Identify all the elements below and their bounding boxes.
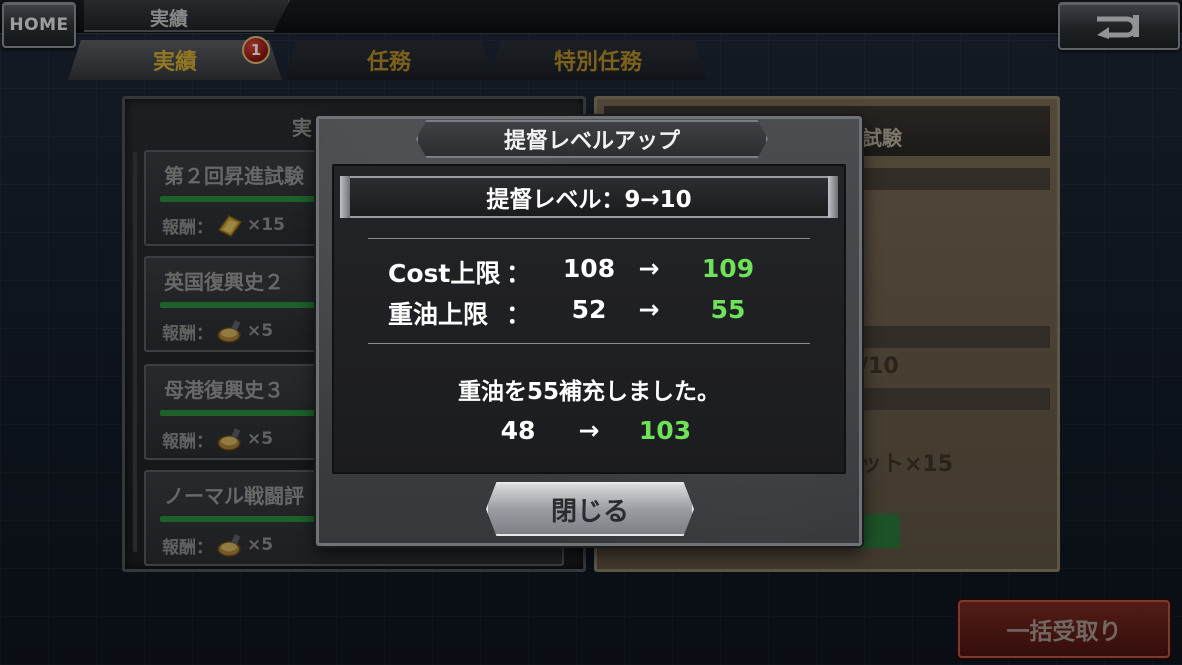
stat-old-value: 108 [562, 254, 616, 283]
refill-message: 重油を55補充しました。 [457, 379, 720, 405]
admiral-level-text: 提督レベル：9→10 [486, 187, 692, 213]
divider [368, 238, 810, 239]
stat-old-value: 52 [571, 295, 607, 324]
close-button[interactable]: 閉じる [486, 482, 694, 536]
refill-arrow: → [578, 416, 600, 445]
refill-old-value: 48 [500, 416, 536, 445]
stat-label: 重油上限 [388, 300, 489, 329]
stat-new-value: 109 [701, 254, 755, 283]
stat-arrow: → [638, 254, 660, 283]
stat-arrow: → [638, 295, 660, 324]
stat-colon: ： [506, 300, 532, 329]
stat-new-value: 55 [710, 295, 746, 324]
refill-new-value: 103 [638, 416, 692, 445]
stat-label: Cost上限 [388, 259, 501, 288]
stat-colon: ： [506, 259, 532, 288]
refill-values: 48 → 103 [490, 416, 710, 450]
stat-row-fuel-limit: 重油上限 ： 52 → 55 [388, 295, 788, 329]
divider [368, 343, 810, 344]
dialog-title: 提督レベルアップ [503, 129, 680, 154]
stat-row-cost-limit: Cost上限 ： 108 → 109 [388, 254, 788, 288]
